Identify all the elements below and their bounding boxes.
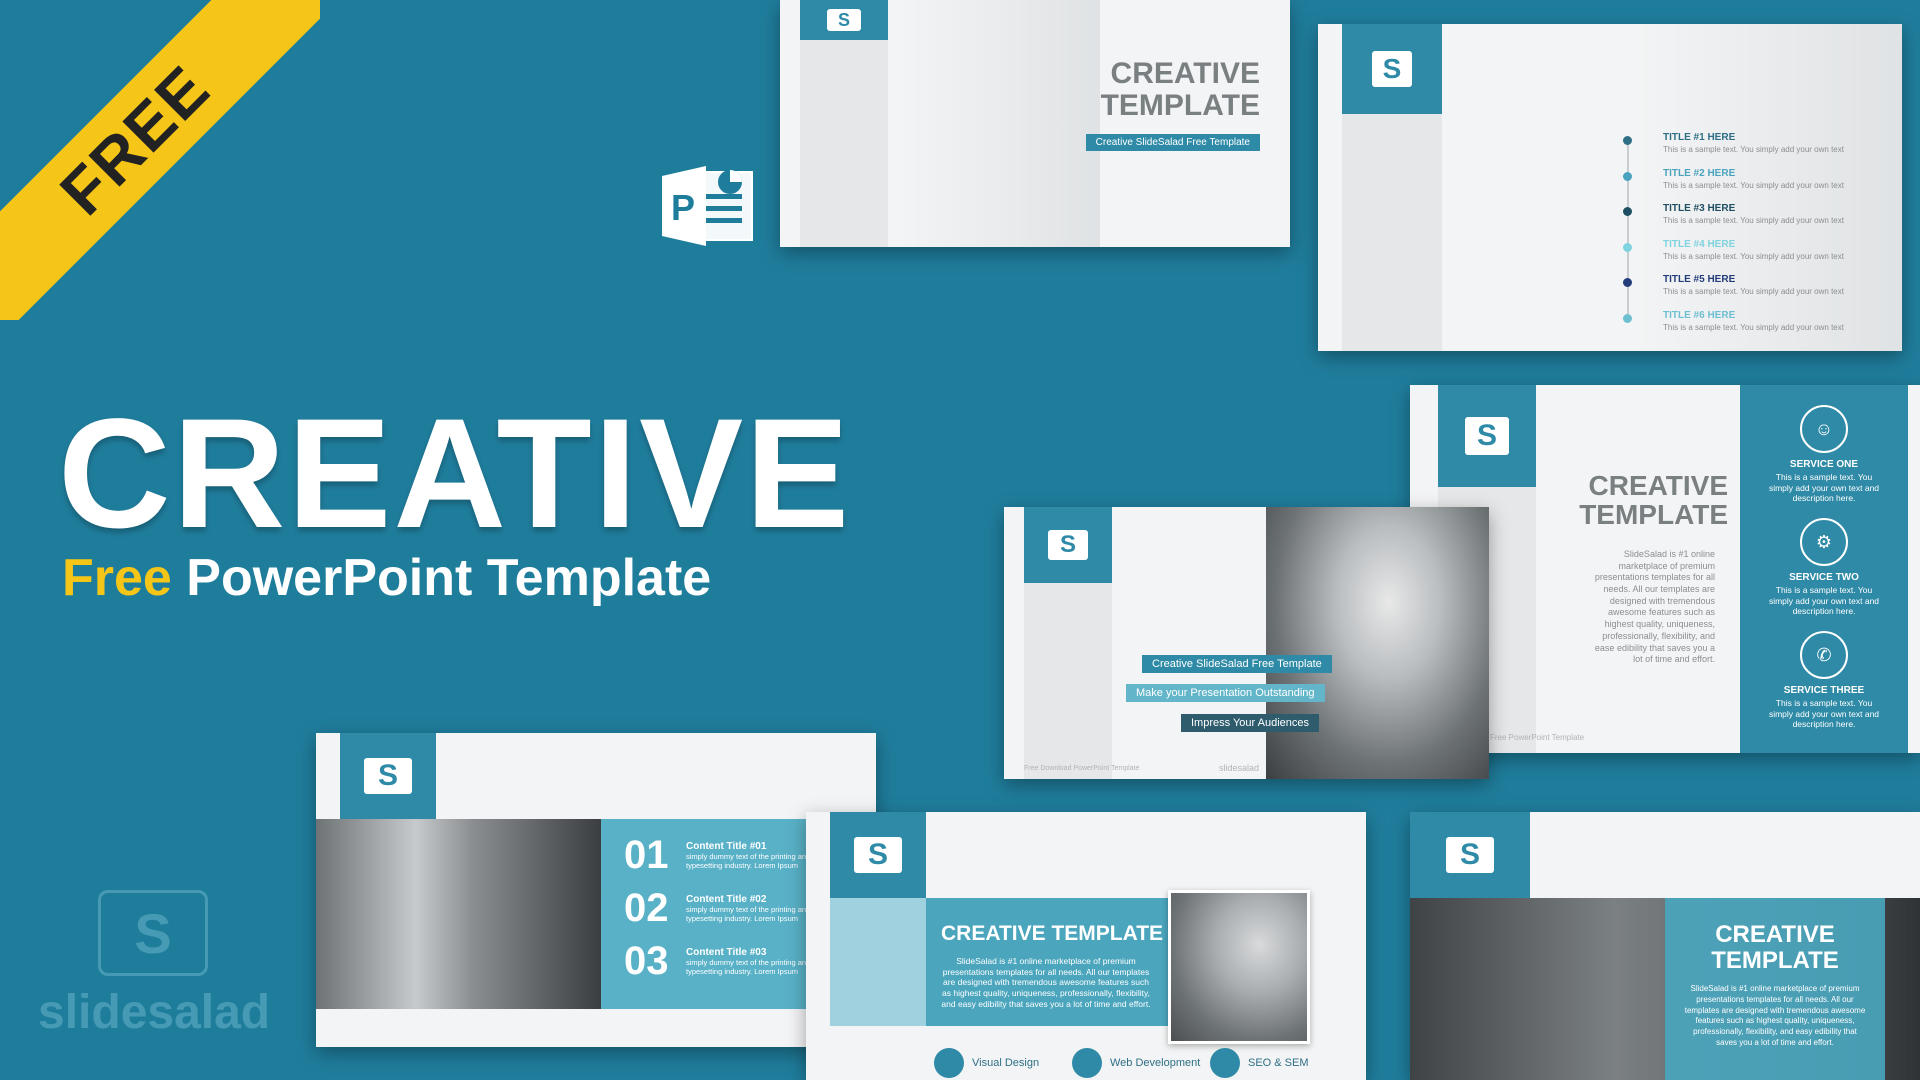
ppt-letter: P (671, 187, 695, 228)
row-title: Content Title #02 (686, 894, 767, 905)
service-desc: This is a sample text. You simply add yo… (1768, 585, 1880, 617)
woman-photo (1266, 507, 1489, 779)
free-ribbon: FREE (0, 0, 320, 320)
service-desc: This is a sample text. You simply add yo… (1768, 472, 1880, 504)
conference-room-photo (316, 819, 601, 1009)
timeline-item-desc: This is a sample text. You simply add yo… (1663, 251, 1844, 261)
slide-preview-numbered: S 01 Content Title #01 simply dummy text o… (316, 733, 876, 1047)
timeline-item: TITLE #5 HERE This is a sample text. You … (1663, 274, 1844, 296)
visual-design-icon (934, 1048, 964, 1078)
timeline-item-title: TITLE #2 HERE (1663, 167, 1736, 179)
feature-item: Visual Design (934, 1048, 1039, 1078)
slide-logo-icon: S (827, 9, 861, 31)
row-desc: simply dummy text of the printing and ty… (686, 958, 811, 976)
feature-item: Web Development (1072, 1048, 1200, 1078)
row-title: Content Title #01 (686, 841, 767, 852)
slide1-title: CREATIVE TEMPLATE (1100, 57, 1260, 122)
row-number: 01 (624, 833, 669, 877)
timeline-item-title: TITLE #3 HERE (1663, 203, 1736, 214)
feature-label: Web Development (1110, 1057, 1201, 1069)
service-desc: This is a sample text. You simply add yo… (1768, 698, 1880, 730)
slide3-footer: Free PowerPoint Template (1490, 733, 1585, 742)
slide-preview-title: S CREATIVE TEMPLATE Creative SlideSalad F… (780, 0, 1290, 247)
slide3-body: SlideSalad is #1 online marketplace of p… (1594, 549, 1715, 665)
service-item: ☺ SERVICE ONE This is a sample text. You s… (1765, 405, 1883, 504)
feature-item: SEO & SEM (1210, 1048, 1309, 1078)
slide-preview-profile: S CREATIVE TEMPLATE SlideSalad is #1 onl… (806, 812, 1366, 1080)
timeline-item: TITLE #4 HERE This is a sample text. You … (1663, 239, 1844, 261)
slide7-body: SlideSalad is #1 online marketplace of p… (1684, 984, 1866, 1047)
hero-title: CREATIVE (58, 387, 852, 561)
web-development-icon (1072, 1048, 1102, 1078)
slidesalad-logo-text: slidesalad (38, 986, 271, 1039)
slide6-title: CREATIVE TEMPLATE (941, 922, 1164, 945)
slide4-footer-right: slidesalad (1219, 763, 1260, 773)
timeline-item-title: TITLE #1 HERE (1663, 132, 1736, 143)
timeline-item: TITLE #6 HERE This is a sample text. You … (1663, 310, 1844, 332)
timeline-dot (1623, 313, 1632, 323)
row-title: Content Title #03 (686, 947, 767, 958)
slide-preview-timeline: S TITLE #1 HERE This is a sample text. Yo… (1318, 24, 1902, 351)
powerpoint-icon: P (660, 158, 756, 254)
slide6-body: SlideSalad is #1 online marketplace of p… (941, 956, 1151, 1009)
slide-logo-icon: S (1446, 837, 1494, 873)
row-desc: simply dummy text of the printing and ty… (686, 852, 811, 870)
slide3-title: CREATIVE TEMPLATE (1579, 470, 1728, 531)
slide4-tag-2: Make your Presentation Outstanding (1126, 684, 1325, 702)
timeline-item-desc: This is a sample text. You simply add yo… (1663, 322, 1844, 332)
timeline-item-desc: This is a sample text. You simply add yo… (1663, 145, 1844, 154)
timeline-dot (1623, 136, 1632, 145)
service-item: ✆ SERVICE THREE This is a sample text. You… (1765, 631, 1883, 730)
slidesalad-logo-icon: S (98, 890, 208, 976)
timeline-item: TITLE #3 HERE This is a sample text. You … (1663, 203, 1844, 225)
timeline-item: TITLE #1 HERE This is a sample text. You … (1663, 132, 1844, 154)
slide-logo-icon: S (1048, 530, 1088, 560)
ribbon-label: FREE (46, 51, 224, 229)
slide4-tag-3: Impress Your Audiences (1181, 714, 1320, 732)
numbered-row: 03 Content Title #03 simply dummy text of … (624, 939, 816, 984)
feature-label: Visual Design (972, 1057, 1040, 1069)
seo-icon (1210, 1048, 1240, 1078)
row-number: 02 (624, 886, 669, 930)
numbered-row: 02 Content Title #02 simply dummy text of … (624, 886, 816, 931)
timeline-item-title: TITLE #4 HERE (1663, 238, 1736, 250)
slide-preview-photo: S Creative SlideSalad Free Template Make… (1004, 507, 1489, 779)
timeline-dot (1623, 171, 1632, 181)
timeline-dot (1623, 242, 1632, 252)
service-title: SERVICE ONE (1789, 459, 1859, 470)
slide-logo-icon: S (364, 758, 412, 794)
slide1-tag: Creative SlideSalad Free Template (1085, 134, 1260, 151)
slide4-tag-1: Creative SlideSalad Free Template (1142, 655, 1332, 673)
hero-subtitle: Free PowerPoint Template (62, 548, 711, 608)
row-desc: simply dummy text of the printing and ty… (686, 905, 811, 923)
slide7-title: CREATIVE TEMPLATE (1711, 921, 1839, 975)
timeline-item: TITLE #2 HERE This is a sample text. You … (1663, 168, 1844, 190)
timeline-item-desc: This is a sample text. You simply add yo… (1663, 180, 1844, 190)
person-icon: ☺ (1800, 405, 1848, 453)
slide-logo-icon: S (1372, 51, 1412, 87)
gear-icon: ⚙ (1800, 518, 1848, 566)
row-number: 03 (624, 939, 669, 983)
feature-label: SEO & SEM (1248, 1057, 1309, 1069)
megaphone-icon: ✆ (1800, 631, 1848, 679)
service-title: SERVICE TWO (1789, 572, 1859, 583)
hero-subtitle-rest: PowerPoint Template (171, 549, 712, 607)
slide4-footer-left: Free Download PowerPoint Template (1024, 765, 1140, 772)
timeline-item-desc: This is a sample text. You simply add yo… (1663, 216, 1844, 225)
timeline-dot (1623, 207, 1632, 216)
man-photo (1168, 890, 1310, 1044)
service-title: SERVICE THREE (1783, 685, 1865, 696)
timeline-item-title: TITLE #5 HERE (1663, 274, 1736, 285)
timeline-item-desc: This is a sample text. You simply add yo… (1663, 287, 1844, 296)
service-item: ⚙ SERVICE TWO This is a sample text. You s… (1765, 518, 1883, 617)
slide-logo-icon: S (1465, 417, 1509, 455)
slide-preview-hands: S CREATIVE TEMPLATE SlideSalad is #1 onli… (1410, 812, 1920, 1080)
numbered-row: 01 Content Title #01 simply dummy text of … (624, 833, 816, 878)
timeline-dot (1623, 278, 1632, 287)
timeline-item-title: TITLE #6 HERE (1663, 309, 1736, 321)
slide-logo-icon: S (854, 837, 902, 873)
hero-subtitle-highlight: Free (62, 549, 172, 607)
